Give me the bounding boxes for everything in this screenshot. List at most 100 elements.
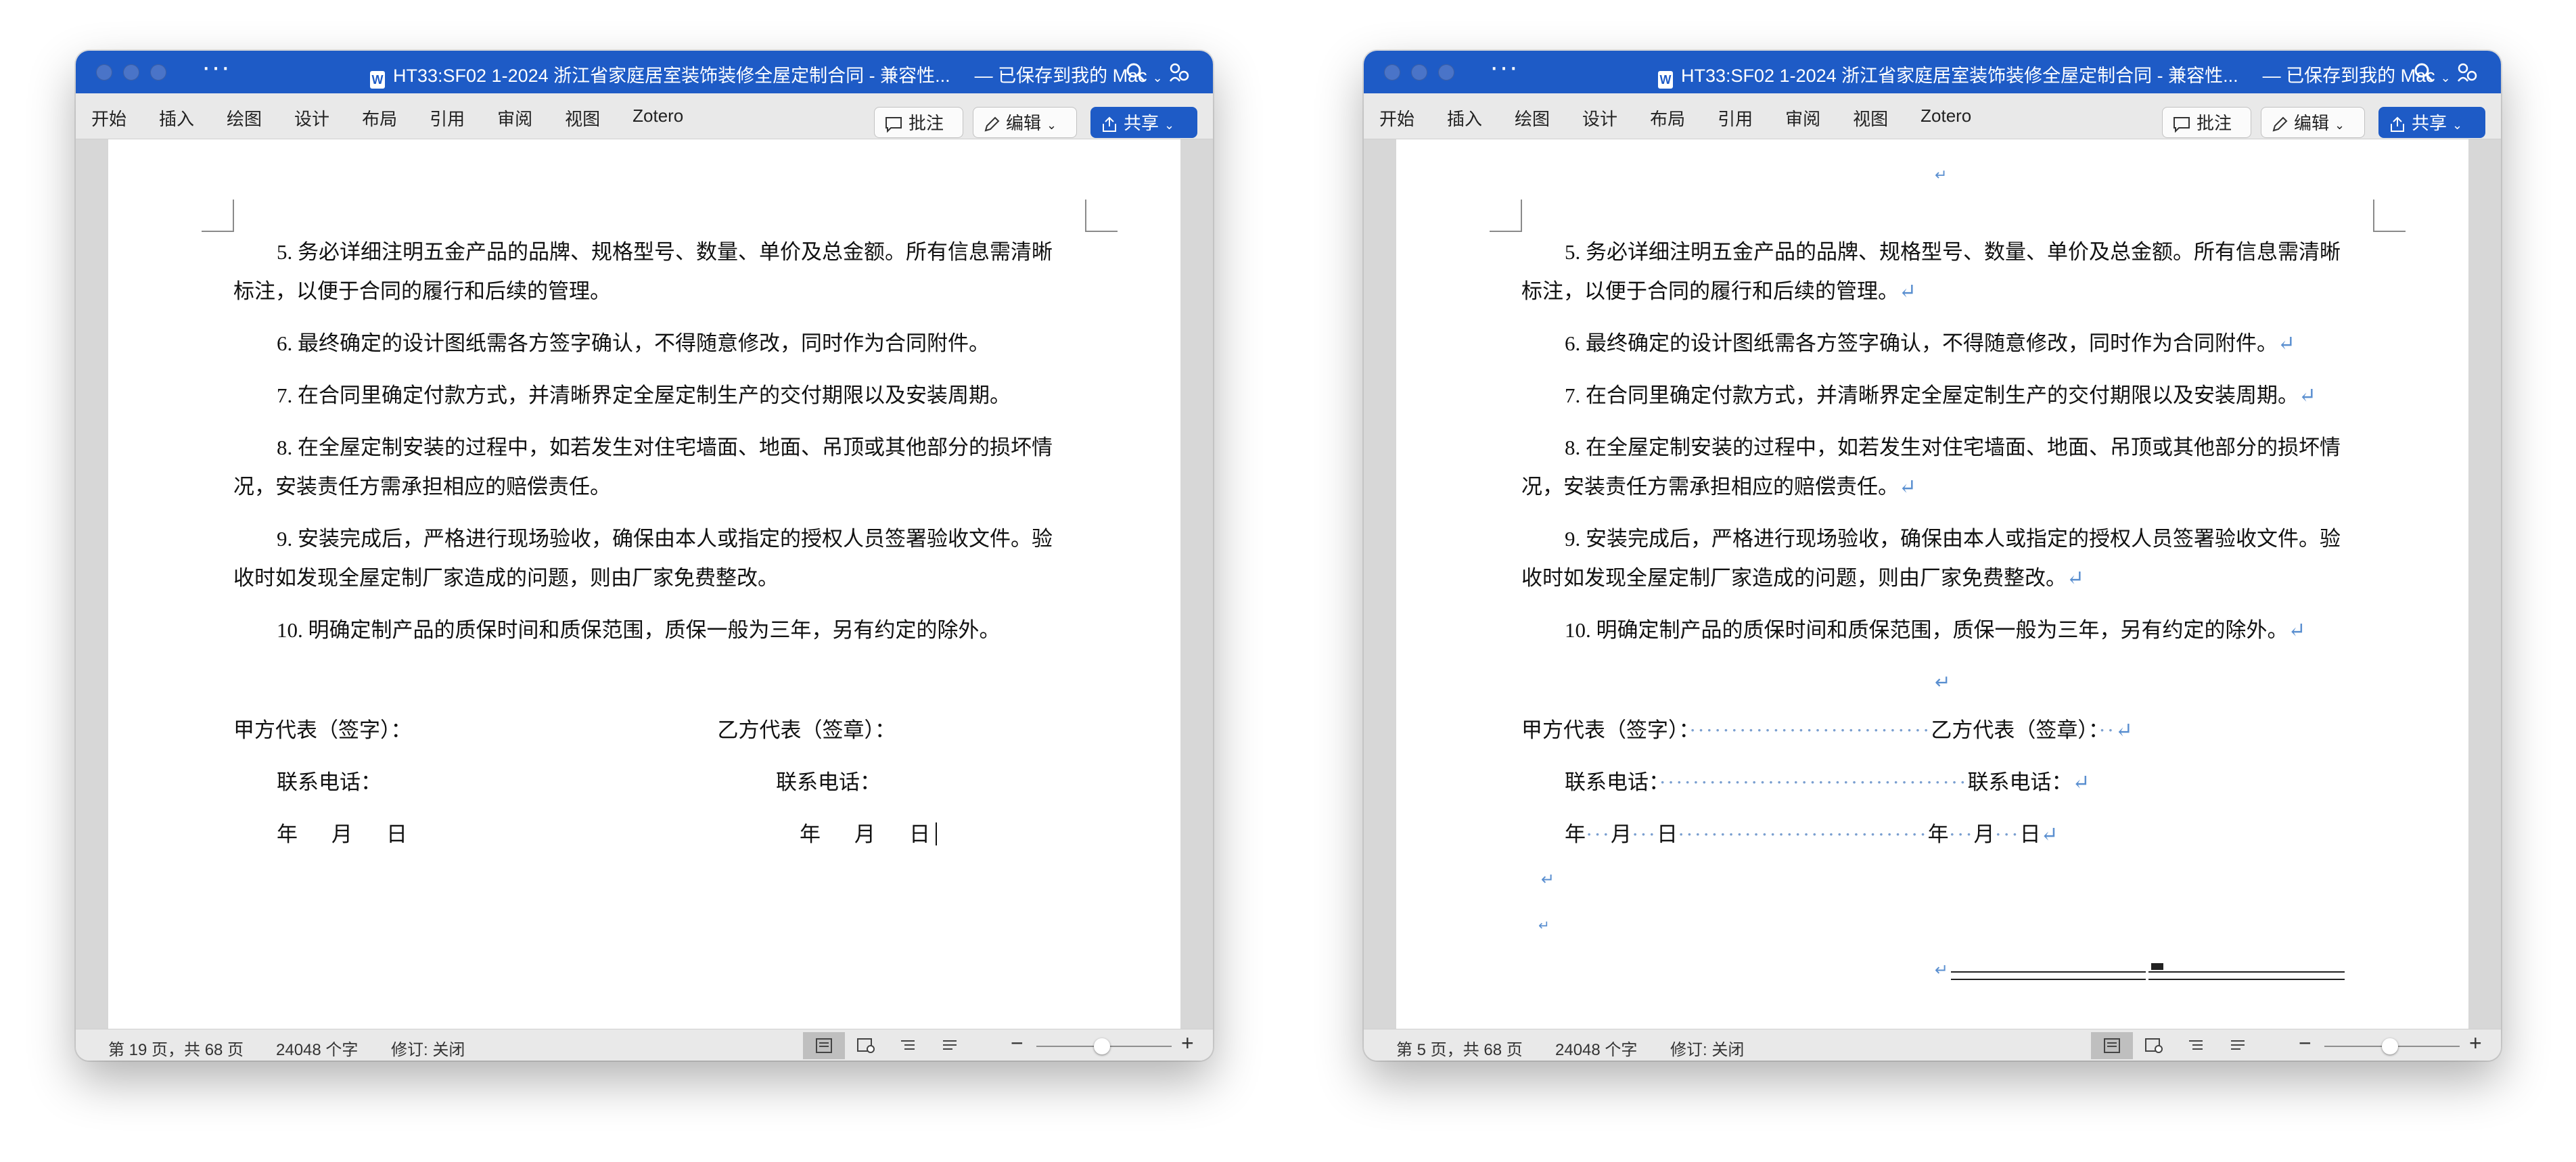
tab-insert[interactable]: 插入	[159, 106, 194, 131]
paragraph[interactable]: 5. 务必详细注明五金产品的品牌、规格型号、数量、单价及总金额。所有信息需清晰标…	[1521, 233, 2353, 311]
tab-draw[interactable]: 绘图	[227, 106, 262, 131]
paragraph[interactable]: 5. 务必详细注明五金产品的品牌、规格型号、数量、单价及总金额。所有信息需清晰标…	[233, 233, 1065, 311]
paragraph[interactable]: 9. 安装完成后，严格进行现场验收，确保由本人或指定的授权人员签署验收文件。验收…	[1521, 519, 2353, 598]
tab-home[interactable]: 开始	[1379, 106, 1414, 131]
ribbon-tabs: 开始 插入 绘图 设计 布局 引用 审阅 视图 Zotero	[91, 106, 716, 131]
paragraph-mark: ↵	[1899, 279, 1916, 303]
tab-layout[interactable]: 布局	[362, 106, 397, 131]
zoom-window-button[interactable]	[1438, 64, 1454, 80]
close-window-button[interactable]	[1384, 64, 1400, 80]
zoom-slider[interactable]: − +	[1009, 1031, 1199, 1056]
paragraph[interactable]: 7. 在合同里确定付款方式，并清晰界定全屋定制生产的交付期限以及安装周期。↵	[1521, 376, 2353, 415]
paragraph-mark: ↵	[2040, 822, 2058, 846]
title-bar[interactable]: ··· W HT33:SF02 1-2024 浙江省家庭居室装饰装修全屋定制合同 …	[1364, 51, 2501, 93]
tab-insert[interactable]: 插入	[1447, 106, 1482, 131]
signature-row-date[interactable]: 年月日年月日	[277, 817, 937, 847]
tab-design[interactable]: 设计	[294, 106, 329, 131]
print-layout-view-button[interactable]	[803, 1032, 845, 1059]
zoom-in-button[interactable]: +	[2469, 1031, 2482, 1056]
tab-zotero[interactable]: Zotero	[632, 106, 683, 131]
saved-status[interactable]: — 已保存到我的 Mac	[975, 66, 1147, 86]
window-controls	[96, 64, 166, 80]
document-canvas[interactable]: ↵ 5. 务必详细注明五金产品的品牌、规格型号、数量、单价及总金额。所有信息需清…	[1364, 139, 2501, 1029]
minimize-window-button[interactable]	[123, 64, 139, 80]
share-people-icon[interactable]	[2456, 61, 2479, 84]
print-layout-view-button[interactable]	[2091, 1032, 2133, 1059]
draft-view-button[interactable]	[2217, 1032, 2259, 1059]
document-page[interactable]: 5. 务必详细注明五金产品的品牌、规格型号、数量、单价及总金额。所有信息需清晰标…	[108, 139, 1180, 1029]
more-options-icon[interactable]: ···	[1490, 53, 1519, 80]
chevron-down-icon[interactable]: ⌄	[1153, 71, 1163, 85]
margin-corner-marker	[202, 200, 234, 232]
paragraph[interactable]: 9. 安装完成后，严格进行现场验收，确保由本人或指定的授权人员签署验收文件。验收…	[233, 519, 1065, 598]
document-canvas[interactable]: 5. 务必详细注明五金产品的品牌、规格型号、数量、单价及总金额。所有信息需清晰标…	[76, 139, 1213, 1029]
tab-review[interactable]: 审阅	[1785, 106, 1820, 131]
tab-zotero[interactable]: Zotero	[1920, 106, 1971, 131]
signature-row-date[interactable]: 年···月···日······························年…	[1565, 817, 2058, 847]
web-layout-view-button[interactable]	[845, 1032, 887, 1059]
print-layout-icon	[2104, 1038, 2120, 1053]
comment-button[interactable]: 批注	[874, 107, 963, 138]
paragraph[interactable]: 6. 最终确定的设计图纸需各方签字确认，不得随意修改，同时作为合同附件。↵	[1521, 324, 2353, 363]
signature-row-phone[interactable]: 联系电话： 联系电话：	[277, 765, 881, 795]
chevron-down-icon: ⌄	[2334, 118, 2345, 132]
outline-icon	[901, 1040, 915, 1050]
edit-mode-button[interactable]: 编辑 ⌄	[2261, 107, 2365, 138]
share-button[interactable]: 共享 ⌄	[1090, 107, 1197, 138]
draft-view-button[interactable]	[929, 1032, 971, 1059]
close-window-button[interactable]	[96, 64, 112, 80]
tab-draw[interactable]: 绘图	[1515, 106, 1550, 131]
share-button[interactable]: 共享 ⌄	[2378, 107, 2485, 138]
signature-row-representative[interactable]: 甲方代表（签字）：·····························乙方…	[1521, 713, 2133, 743]
zoom-window-button[interactable]	[150, 64, 166, 80]
share-people-icon[interactable]	[1168, 61, 1191, 84]
zoom-out-button[interactable]: −	[1011, 1031, 1024, 1056]
search-icon[interactable]	[1126, 62, 1146, 83]
zoom-slider[interactable]: − +	[2297, 1031, 2487, 1056]
chevron-down-icon: ⌄	[1046, 118, 1057, 132]
edit-mode-button[interactable]: 编辑 ⌄	[973, 107, 1077, 138]
tab-references[interactable]: 引用	[1718, 106, 1753, 131]
tab-references[interactable]: 引用	[430, 106, 465, 131]
document-title[interactable]: W HT33:SF02 1-2024 浙江省家庭居室装饰装修全屋定制合同 - 兼容…	[370, 61, 1163, 89]
page-count[interactable]: 第 19 页，共 68 页	[108, 1036, 244, 1060]
paragraph[interactable]: 8. 在全屋定制安装的过程中，如若发生对住宅墙面、地面、吊顶或其他部分的损坏情况…	[233, 428, 1065, 507]
document-page[interactable]: ↵ 5. 务必详细注明五金产品的品牌、规格型号、数量、单价及总金额。所有信息需清…	[1396, 139, 2468, 1029]
minimize-window-button[interactable]	[1411, 64, 1427, 80]
tab-layout[interactable]: 布局	[1650, 106, 1685, 131]
page-count[interactable]: 第 5 页，共 68 页	[1396, 1036, 1523, 1060]
tab-review[interactable]: 审阅	[497, 106, 532, 131]
chevron-down-icon[interactable]: ⌄	[2441, 71, 2451, 85]
paragraph[interactable]: 10. 明确定制产品的质保时间和质保范围，质保一般为三年，另有约定的除外。↵	[1521, 611, 2353, 650]
zoom-in-button[interactable]: +	[1181, 1031, 1194, 1056]
tab-home[interactable]: 开始	[91, 106, 127, 131]
document-title[interactable]: W HT33:SF02 1-2024 浙江省家庭居室装饰装修全屋定制合同 - 兼容…	[1658, 61, 2451, 89]
signature-row-representative[interactable]: 甲方代表（签字）： 乙方代表（签章）：	[233, 713, 896, 743]
search-icon[interactable]	[2414, 62, 2434, 83]
tab-view[interactable]: 视图	[565, 106, 600, 131]
document-body[interactable]: 5. 务必详细注明五金产品的品牌、规格型号、数量、单价及总金额。所有信息需清晰标…	[233, 233, 1065, 663]
web-layout-view-button[interactable]	[2133, 1032, 2175, 1059]
zoom-knob[interactable]	[1094, 1038, 1110, 1054]
paragraph[interactable]: 6. 最终确定的设计图纸需各方签字确认，不得随意修改，同时作为合同附件。	[233, 324, 1065, 363]
paragraph[interactable]: 8. 在全屋定制安装的过程中，如若发生对住宅墙面、地面、吊顶或其他部分的损坏情况…	[1521, 428, 2353, 507]
ribbon-tabs: 开始 插入 绘图 设计 布局 引用 审阅 视图 Zotero	[1379, 106, 2004, 131]
tab-view[interactable]: 视图	[1853, 106, 1888, 131]
comment-button[interactable]: 批注	[2162, 107, 2251, 138]
track-changes-status[interactable]: 修订: 关闭	[1670, 1036, 1744, 1060]
paragraph[interactable]: 7. 在合同里确定付款方式，并清晰界定全屋定制生产的交付期限以及安装周期。	[233, 376, 1065, 415]
word-count[interactable]: 24048 个字	[276, 1036, 358, 1060]
saved-status[interactable]: — 已保存到我的 Mac	[2263, 66, 2435, 86]
tab-design[interactable]: 设计	[1582, 106, 1617, 131]
word-count[interactable]: 24048 个字	[1555, 1036, 1637, 1060]
paragraph[interactable]: 10. 明确定制产品的质保时间和质保范围，质保一般为三年，另有约定的除外。	[233, 611, 1065, 650]
track-changes-status[interactable]: 修订: 关闭	[391, 1036, 465, 1060]
document-body[interactable]: 5. 务必详细注明五金产品的品牌、规格型号、数量、单价及总金额。所有信息需清晰标…	[1521, 233, 2353, 663]
zoom-knob[interactable]	[2382, 1038, 2398, 1054]
zoom-out-button[interactable]: −	[2299, 1031, 2312, 1056]
signature-row-phone[interactable]: 联系电话：···································…	[1565, 765, 2090, 795]
more-options-icon[interactable]: ···	[202, 53, 231, 80]
outline-view-button[interactable]	[887, 1032, 929, 1059]
title-bar[interactable]: ··· W HT33:SF02 1-2024 浙江省家庭居室装饰装修全屋定制合同 …	[76, 51, 1213, 93]
outline-view-button[interactable]	[2175, 1032, 2217, 1059]
